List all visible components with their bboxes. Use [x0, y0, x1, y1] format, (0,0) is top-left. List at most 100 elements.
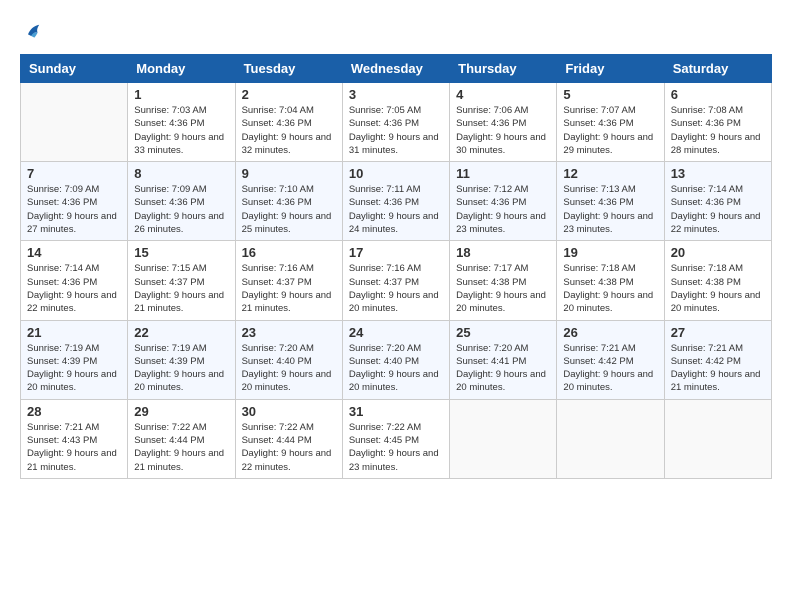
day-info: Sunrise: 7:22 AMSunset: 4:44 PMDaylight:… — [134, 421, 228, 474]
logo-bird-icon — [20, 20, 44, 44]
calendar-cell: 29 Sunrise: 7:22 AMSunset: 4:44 PMDaylig… — [128, 399, 235, 478]
day-number: 29 — [134, 404, 228, 419]
calendar-cell: 5 Sunrise: 7:07 AMSunset: 4:36 PMDayligh… — [557, 83, 664, 162]
day-number: 22 — [134, 325, 228, 340]
day-info: Sunrise: 7:07 AMSunset: 4:36 PMDaylight:… — [563, 104, 657, 157]
day-info: Sunrise: 7:18 AMSunset: 4:38 PMDaylight:… — [563, 262, 657, 315]
day-number: 23 — [242, 325, 336, 340]
day-info: Sunrise: 7:05 AMSunset: 4:36 PMDaylight:… — [349, 104, 443, 157]
day-number: 5 — [563, 87, 657, 102]
calendar-cell: 28 Sunrise: 7:21 AMSunset: 4:43 PMDaylig… — [21, 399, 128, 478]
day-number: 17 — [349, 245, 443, 260]
calendar-header-row: SundayMondayTuesdayWednesdayThursdayFrid… — [21, 55, 772, 83]
day-number: 24 — [349, 325, 443, 340]
header-tuesday: Tuesday — [235, 55, 342, 83]
day-info: Sunrise: 7:03 AMSunset: 4:36 PMDaylight:… — [134, 104, 228, 157]
calendar-cell: 30 Sunrise: 7:22 AMSunset: 4:44 PMDaylig… — [235, 399, 342, 478]
day-number: 9 — [242, 166, 336, 181]
day-number: 18 — [456, 245, 550, 260]
calendar-cell: 13 Sunrise: 7:14 AMSunset: 4:36 PMDaylig… — [664, 162, 771, 241]
day-info: Sunrise: 7:11 AMSunset: 4:36 PMDaylight:… — [349, 183, 443, 236]
day-info: Sunrise: 7:17 AMSunset: 4:38 PMDaylight:… — [456, 262, 550, 315]
day-number: 20 — [671, 245, 765, 260]
calendar-table: SundayMondayTuesdayWednesdayThursdayFrid… — [20, 54, 772, 479]
header-wednesday: Wednesday — [342, 55, 449, 83]
calendar-cell — [450, 399, 557, 478]
calendar-cell: 25 Sunrise: 7:20 AMSunset: 4:41 PMDaylig… — [450, 320, 557, 399]
calendar-cell: 14 Sunrise: 7:14 AMSunset: 4:36 PMDaylig… — [21, 241, 128, 320]
header-saturday: Saturday — [664, 55, 771, 83]
calendar-cell: 7 Sunrise: 7:09 AMSunset: 4:36 PMDayligh… — [21, 162, 128, 241]
calendar-week-row: 1 Sunrise: 7:03 AMSunset: 4:36 PMDayligh… — [21, 83, 772, 162]
day-number: 2 — [242, 87, 336, 102]
day-number: 19 — [563, 245, 657, 260]
day-number: 28 — [27, 404, 121, 419]
day-number: 16 — [242, 245, 336, 260]
calendar-cell — [557, 399, 664, 478]
day-info: Sunrise: 7:20 AMSunset: 4:40 PMDaylight:… — [242, 342, 336, 395]
calendar-cell: 3 Sunrise: 7:05 AMSunset: 4:36 PMDayligh… — [342, 83, 449, 162]
calendar-week-row: 14 Sunrise: 7:14 AMSunset: 4:36 PMDaylig… — [21, 241, 772, 320]
day-number: 21 — [27, 325, 121, 340]
day-info: Sunrise: 7:20 AMSunset: 4:40 PMDaylight:… — [349, 342, 443, 395]
calendar-cell: 26 Sunrise: 7:21 AMSunset: 4:42 PMDaylig… — [557, 320, 664, 399]
calendar-week-row: 21 Sunrise: 7:19 AMSunset: 4:39 PMDaylig… — [21, 320, 772, 399]
day-info: Sunrise: 7:22 AMSunset: 4:44 PMDaylight:… — [242, 421, 336, 474]
day-number: 1 — [134, 87, 228, 102]
calendar-week-row: 7 Sunrise: 7:09 AMSunset: 4:36 PMDayligh… — [21, 162, 772, 241]
calendar-cell: 31 Sunrise: 7:22 AMSunset: 4:45 PMDaylig… — [342, 399, 449, 478]
day-number: 26 — [563, 325, 657, 340]
calendar-cell: 18 Sunrise: 7:17 AMSunset: 4:38 PMDaylig… — [450, 241, 557, 320]
day-info: Sunrise: 7:19 AMSunset: 4:39 PMDaylight:… — [134, 342, 228, 395]
calendar-cell: 17 Sunrise: 7:16 AMSunset: 4:37 PMDaylig… — [342, 241, 449, 320]
day-number: 25 — [456, 325, 550, 340]
calendar-cell: 8 Sunrise: 7:09 AMSunset: 4:36 PMDayligh… — [128, 162, 235, 241]
logo — [20, 20, 48, 44]
calendar-cell: 10 Sunrise: 7:11 AMSunset: 4:36 PMDaylig… — [342, 162, 449, 241]
day-info: Sunrise: 7:16 AMSunset: 4:37 PMDaylight:… — [242, 262, 336, 315]
page-header — [20, 20, 772, 44]
day-number: 11 — [456, 166, 550, 181]
calendar-cell: 23 Sunrise: 7:20 AMSunset: 4:40 PMDaylig… — [235, 320, 342, 399]
calendar-cell: 9 Sunrise: 7:10 AMSunset: 4:36 PMDayligh… — [235, 162, 342, 241]
calendar-cell: 12 Sunrise: 7:13 AMSunset: 4:36 PMDaylig… — [557, 162, 664, 241]
calendar-cell: 19 Sunrise: 7:18 AMSunset: 4:38 PMDaylig… — [557, 241, 664, 320]
header-friday: Friday — [557, 55, 664, 83]
day-info: Sunrise: 7:08 AMSunset: 4:36 PMDaylight:… — [671, 104, 765, 157]
day-info: Sunrise: 7:21 AMSunset: 4:43 PMDaylight:… — [27, 421, 121, 474]
day-number: 3 — [349, 87, 443, 102]
day-number: 30 — [242, 404, 336, 419]
day-number: 4 — [456, 87, 550, 102]
day-info: Sunrise: 7:12 AMSunset: 4:36 PMDaylight:… — [456, 183, 550, 236]
day-info: Sunrise: 7:15 AMSunset: 4:37 PMDaylight:… — [134, 262, 228, 315]
day-info: Sunrise: 7:06 AMSunset: 4:36 PMDaylight:… — [456, 104, 550, 157]
day-number: 27 — [671, 325, 765, 340]
header-monday: Monday — [128, 55, 235, 83]
day-info: Sunrise: 7:16 AMSunset: 4:37 PMDaylight:… — [349, 262, 443, 315]
calendar-cell: 16 Sunrise: 7:16 AMSunset: 4:37 PMDaylig… — [235, 241, 342, 320]
calendar-cell: 4 Sunrise: 7:06 AMSunset: 4:36 PMDayligh… — [450, 83, 557, 162]
calendar-cell: 22 Sunrise: 7:19 AMSunset: 4:39 PMDaylig… — [128, 320, 235, 399]
calendar-cell: 27 Sunrise: 7:21 AMSunset: 4:42 PMDaylig… — [664, 320, 771, 399]
day-info: Sunrise: 7:21 AMSunset: 4:42 PMDaylight:… — [671, 342, 765, 395]
calendar-cell: 6 Sunrise: 7:08 AMSunset: 4:36 PMDayligh… — [664, 83, 771, 162]
day-number: 8 — [134, 166, 228, 181]
day-number: 7 — [27, 166, 121, 181]
calendar-week-row: 28 Sunrise: 7:21 AMSunset: 4:43 PMDaylig… — [21, 399, 772, 478]
calendar-cell: 24 Sunrise: 7:20 AMSunset: 4:40 PMDaylig… — [342, 320, 449, 399]
calendar-cell: 21 Sunrise: 7:19 AMSunset: 4:39 PMDaylig… — [21, 320, 128, 399]
day-info: Sunrise: 7:21 AMSunset: 4:42 PMDaylight:… — [563, 342, 657, 395]
calendar-cell — [664, 399, 771, 478]
day-info: Sunrise: 7:10 AMSunset: 4:36 PMDaylight:… — [242, 183, 336, 236]
day-number: 13 — [671, 166, 765, 181]
day-number: 12 — [563, 166, 657, 181]
day-info: Sunrise: 7:18 AMSunset: 4:38 PMDaylight:… — [671, 262, 765, 315]
header-sunday: Sunday — [21, 55, 128, 83]
day-info: Sunrise: 7:09 AMSunset: 4:36 PMDaylight:… — [134, 183, 228, 236]
day-number: 10 — [349, 166, 443, 181]
day-info: Sunrise: 7:20 AMSunset: 4:41 PMDaylight:… — [456, 342, 550, 395]
calendar-cell: 20 Sunrise: 7:18 AMSunset: 4:38 PMDaylig… — [664, 241, 771, 320]
day-number: 15 — [134, 245, 228, 260]
day-info: Sunrise: 7:13 AMSunset: 4:36 PMDaylight:… — [563, 183, 657, 236]
day-info: Sunrise: 7:14 AMSunset: 4:36 PMDaylight:… — [671, 183, 765, 236]
